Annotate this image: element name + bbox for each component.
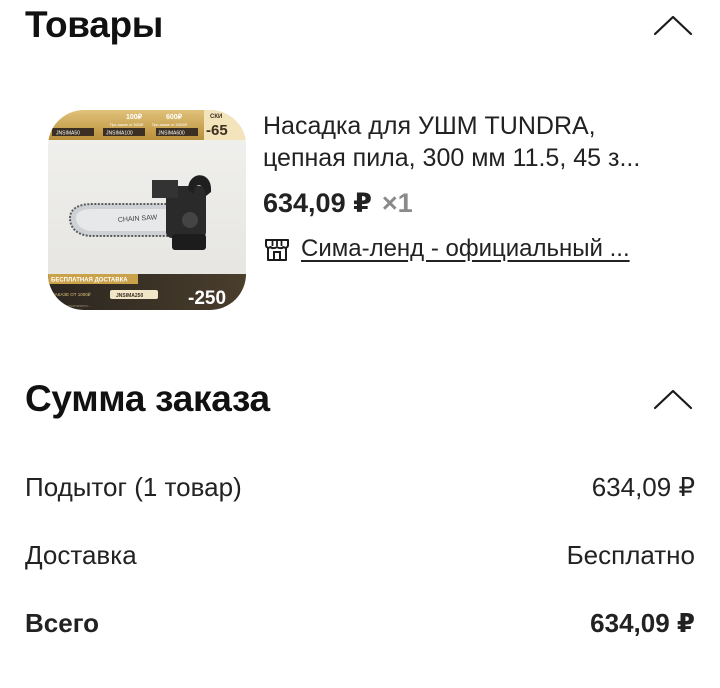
product-item[interactable]: 100₽ 600₽ При заказе от 3000₽ При заказе… [48, 110, 688, 310]
promo-footer-text: ...заказ ограничено... [52, 303, 91, 308]
product-image[interactable]: 100₽ 600₽ При заказе от 3000₽ При заказе… [48, 110, 246, 310]
goods-collapse-button[interactable] [651, 10, 695, 40]
promo-right-label: СКИ [210, 114, 222, 120]
seller-link[interactable]: Сима-ленд - официальный ... [263, 235, 683, 263]
total-value: 634,09 ₽ [590, 608, 695, 638]
product-name[interactable]: Насадка для УШМ TUNDRA, цепная пила, 300… [263, 110, 683, 174]
promo-top-sub-2: При заказе от 10000₽ [152, 123, 188, 127]
summary-collapse-button[interactable] [651, 384, 695, 414]
free-delivery-text: БЕСПЛАТНАЯ ДОСТАВКА [51, 278, 128, 284]
promo-bottom-value: -250 [188, 288, 226, 309]
delivery-value: Бесплатно [566, 540, 695, 570]
goods-section-title: Товары [25, 4, 164, 45]
seller-name: Сима-ленд - официальный ... [301, 235, 630, 262]
total-row: Всего 634,09 ₽ [25, 608, 695, 639]
promo-code-3: JNSIMA600 [158, 131, 185, 137]
subtotal-value: 634,09 ₽ [591, 472, 695, 502]
delivery-row: Доставка Бесплатно [25, 540, 695, 571]
product-info: Насадка для УШМ TUNDRA, цепная пила, 300… [263, 110, 683, 263]
product-name-line-1: Насадка для УШМ TUNDRA, [263, 112, 596, 140]
promo-code-bottom: JNSIMA250 [116, 293, 143, 299]
product-price: 634,09 ₽ [263, 188, 372, 218]
summary-section-title: Сумма заказа [25, 378, 270, 419]
promo-code-1: JNSIMA50 [56, 131, 80, 137]
summary-section-header[interactable]: Сумма заказа [25, 376, 695, 422]
price-line: 634,09 ₽ ×1 [263, 188, 683, 219]
promo-top-sub-1: При заказе от 3000₽ [110, 123, 144, 127]
product-name-line-2: цепная пила, 300 мм 11.5, 45 з... [263, 144, 641, 172]
subtotal-row: Подытог (1 товар) 634,09 ₽ [25, 472, 695, 503]
total-label: Всего [25, 608, 100, 638]
delivery-label: Доставка [25, 540, 137, 570]
goods-section-header[interactable]: Товары [25, 2, 695, 48]
promo-top-2: 600₽ [166, 113, 183, 121]
order-from-text: ЗАКАЗЕ ОТ 1000₽ [52, 292, 92, 297]
promo-code-2: JNSIMA100 [106, 131, 133, 137]
shop-icon [265, 239, 289, 261]
subtotal-label: Подытог (1 товар) [25, 472, 242, 502]
product-quantity: ×1 [381, 188, 413, 218]
chevron-up-icon [653, 15, 693, 36]
promo-top-1: 100₽ [126, 113, 143, 121]
promo-right-value: -65 [206, 122, 228, 139]
chevron-up-icon [653, 389, 693, 410]
